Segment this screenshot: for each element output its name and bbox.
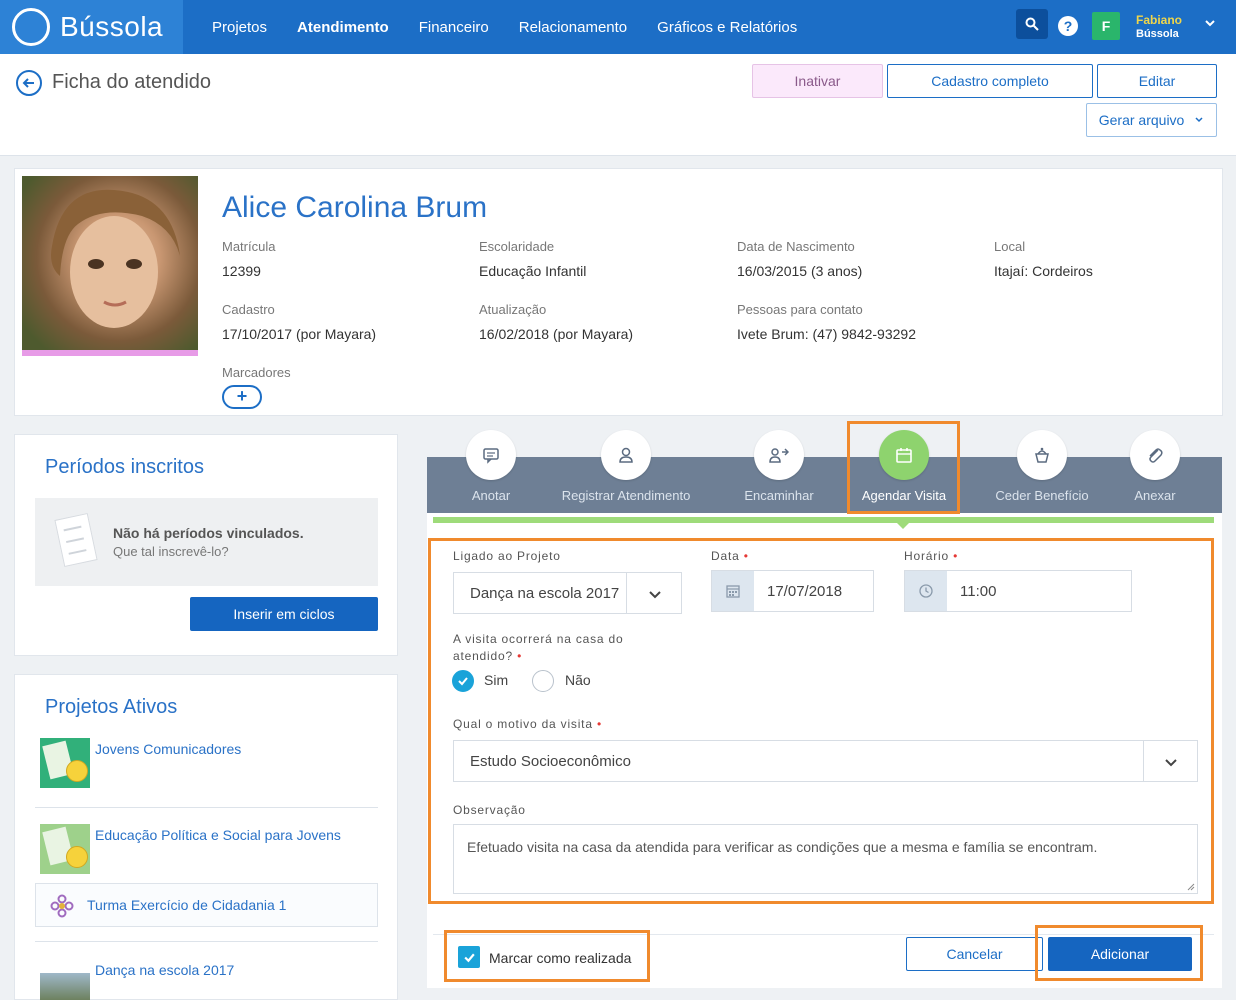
user-avatar[interactable]: F <box>1092 12 1120 40</box>
tab-label: Encaminhar <box>744 488 814 503</box>
project-name[interactable]: Dança na escola 2017 <box>95 962 234 978</box>
editar-button[interactable]: Editar <box>1097 64 1217 98</box>
user-name[interactable]: Fabiano <box>1136 13 1182 27</box>
gerar-arquivo-dropdown[interactable]: Gerar arquivo <box>1086 103 1217 137</box>
field-label-escolaridade: Escolaridade <box>479 239 555 254</box>
divider <box>35 941 378 942</box>
chevron-down-icon <box>1195 117 1203 123</box>
cancel-button[interactable]: Cancelar <box>906 937 1043 971</box>
field-label-cadastro: Cadastro <box>222 302 275 317</box>
action-tabbar <box>427 457 1222 513</box>
page-header: Ficha do atendido Inativar Cadastro comp… <box>0 54 1236 156</box>
field-label-nascimento: Data de Nascimento <box>737 239 855 254</box>
inserir-ciclos-button[interactable]: Inserir em ciclos <box>190 597 378 631</box>
help-icon[interactable]: ? <box>1058 16 1078 36</box>
arrow-left-icon <box>22 78 34 88</box>
list-item[interactable]: Turma Exercício de Cidadania 1 <box>35 883 378 927</box>
field-value-escolaridade: Educação Infantil <box>479 263 587 279</box>
gerar-arquivo-label: Gerar arquivo <box>1098 112 1185 128</box>
search-button[interactable] <box>1016 9 1048 39</box>
active-tab-indicator <box>433 517 1214 523</box>
nav-graficos[interactable]: Gráficos e Relatórios <box>657 19 797 36</box>
paperclip-icon <box>1149 448 1163 463</box>
chevron-down-icon[interactable] <box>1204 17 1216 29</box>
profile-card: Alice Carolina Brum Matrícula 12399 Esco… <box>14 168 1223 416</box>
inativar-button[interactable]: Inativar <box>752 64 883 98</box>
empty-subtitle: Que tal inscrevê-lo? <box>113 544 229 559</box>
tab-anotar[interactable]: Anotar <box>466 430 516 503</box>
main-nav: Projetos Atendimento Financeiro Relacion… <box>212 0 827 54</box>
app-logo[interactable]: Bússola <box>0 0 183 54</box>
nav-relacionamento[interactable]: Relacionamento <box>519 19 627 36</box>
profile-photo <box>22 176 198 356</box>
field-label-local: Local <box>994 239 1026 254</box>
tab-ceder-beneficio[interactable]: Ceder Benefício <box>990 430 1094 503</box>
tab-label: Registrar Atendimento <box>561 488 691 503</box>
search-icon <box>1025 17 1039 31</box>
field-label-matricula: Matrícula <box>222 239 276 254</box>
field-value-contato: Ivete Brum: (47) 9842-93292 <box>737 326 916 342</box>
field-label-contato: Pessoas para contato <box>737 302 863 317</box>
gift-icon <box>1035 447 1049 463</box>
person-name: Alice Carolina Brum <box>222 191 488 224</box>
project-thumbnail <box>40 824 90 874</box>
chat-icon <box>483 448 499 464</box>
projetos-title: Projetos Ativos <box>45 696 178 718</box>
person-icon <box>619 447 633 463</box>
nav-projetos[interactable]: Projetos <box>212 19 267 36</box>
field-value-cadastro: 17/10/2017 (por Mayara) <box>222 326 377 342</box>
empty-state: Não há períodos vinculados. Que tal insc… <box>35 498 378 586</box>
highlight-box-tab <box>847 421 960 514</box>
empty-title: Não há períodos vinculados. <box>113 525 304 541</box>
active-tab-caret <box>897 523 909 529</box>
tab-label: Anexar <box>1134 488 1176 503</box>
field-label-atualizacao: Atualização <box>479 302 547 317</box>
highlight-box-form <box>428 538 1214 904</box>
cadastro-completo-button[interactable]: Cadastro completo <box>887 64 1093 98</box>
field-value-matricula: 12399 <box>222 263 261 279</box>
user-org: Bússola <box>1136 28 1179 40</box>
field-value-atualizacao: 16/02/2018 (por Mayara) <box>479 326 634 342</box>
nav-financeiro[interactable]: Financeiro <box>419 19 489 36</box>
highlight-box-add <box>1035 925 1203 981</box>
periodos-panel: Períodos inscritos Não há períodos vincu… <box>14 434 398 656</box>
project-name[interactable]: Turma Exercício de Cidadania 1 <box>87 897 286 913</box>
project-name[interactable]: Jovens Comunicadores <box>95 741 241 757</box>
flower-icon <box>50 894 74 918</box>
periodos-title: Períodos inscritos <box>45 456 204 478</box>
tab-encaminhar[interactable]: Encaminhar <box>741 430 817 503</box>
tab-label: Ceder Benefício <box>995 488 1089 503</box>
project-thumbnail <box>40 973 90 1000</box>
page-title: Ficha do atendido <box>52 71 212 93</box>
highlight-box-checkbox <box>444 930 650 982</box>
nav-atendimento[interactable]: Atendimento <box>297 19 389 36</box>
tab-anexar[interactable]: Anexar <box>1130 430 1180 503</box>
add-marker-button[interactable]: + <box>222 385 262 409</box>
project-thumbnail <box>40 738 90 788</box>
projetos-panel: Projetos Ativos Jovens Comunicadores Edu… <box>14 674 398 1000</box>
project-name[interactable]: Educação Política e Social para Jovens <box>95 827 341 843</box>
app-name: Bússola <box>60 11 164 42</box>
top-navbar: Bússola Projetos Atendimento Financeiro … <box>0 0 1236 54</box>
field-value-nascimento: 16/03/2015 (3 anos) <box>737 263 863 279</box>
compass-icon <box>12 8 50 46</box>
markers-label: Marcadores <box>222 365 291 380</box>
document-icon <box>54 512 98 568</box>
forward-icon <box>769 448 789 463</box>
tab-registrar-atendimento[interactable]: Registrar Atendimento <box>556 430 696 503</box>
field-value-local: Itajaí: Cordeiros <box>994 263 1093 279</box>
photo-status-bar <box>22 350 198 356</box>
divider <box>35 807 378 808</box>
back-button[interactable] <box>16 70 42 96</box>
tab-label: Anotar <box>471 488 511 503</box>
